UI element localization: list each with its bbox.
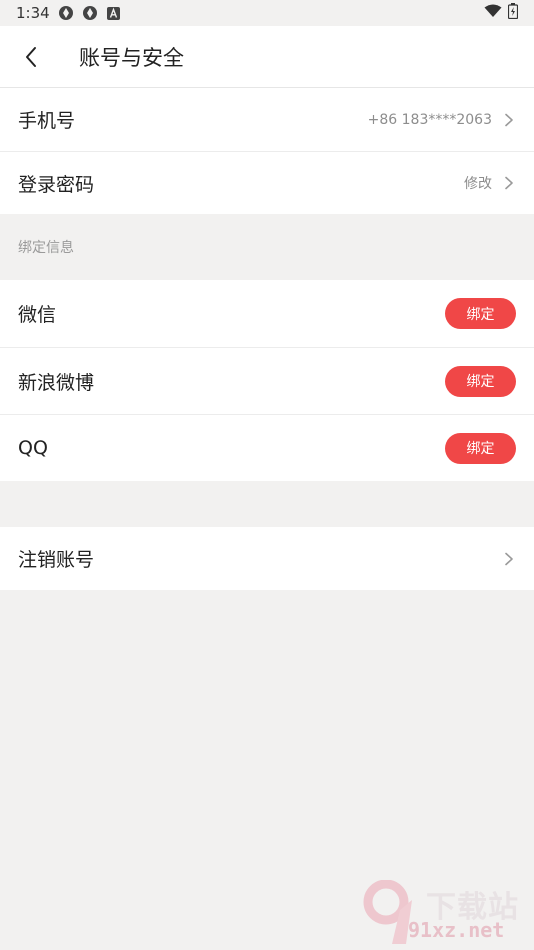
phone-row[interactable]: 手机号 +86 183****2063 <box>0 88 534 151</box>
bind-row-weibo: 新浪微博 绑定 <box>0 347 534 414</box>
wifi-icon <box>484 4 502 22</box>
password-row[interactable]: 登录密码 修改 <box>0 151 534 214</box>
weibo-label: 新浪微博 <box>18 371 95 394</box>
bind-wechat-button[interactable]: 绑定 <box>445 298 516 329</box>
account-group: 手机号 +86 183****2063 登录密码 修改 <box>0 88 534 214</box>
page-title: 账号与安全 <box>79 45 184 70</box>
chevron-right-icon <box>502 176 516 190</box>
bind-row-qq: QQ 绑定 <box>0 414 534 481</box>
app-header: 账号与安全 <box>0 26 534 88</box>
status-time: 1:34 <box>16 4 50 22</box>
bind-section-header: 绑定信息 <box>0 214 534 280</box>
a-badge-icon <box>106 5 122 21</box>
back-arrow-icon <box>26 46 36 67</box>
bind-weibo-button[interactable]: 绑定 <box>445 365 516 397</box>
battery-icon <box>507 3 519 23</box>
password-edit-link: 修改 <box>464 176 492 192</box>
app-notification-icon <box>82 5 98 21</box>
watermark: 下载站 91xz.net <box>360 880 530 948</box>
phone-label: 手机号 <box>18 110 76 132</box>
back-button[interactable] <box>0 26 62 88</box>
wechat-label: 微信 <box>18 304 57 326</box>
bind-row-wechat: 微信 绑定 <box>0 280 534 347</box>
bind-group: 微信 绑定 新浪微博 绑定 QQ 绑定 <box>0 280 534 481</box>
watermark-url: 91xz.net <box>408 918 505 942</box>
chevron-right-icon <box>502 552 516 566</box>
app-notification-icon <box>58 5 74 21</box>
status-bar: 1:34 <box>0 0 534 26</box>
password-label: 登录密码 <box>18 173 95 196</box>
qq-label: QQ <box>18 437 48 459</box>
phone-value: +86 183****2063 <box>367 111 492 128</box>
bind-qq-button[interactable]: 绑定 <box>445 432 516 464</box>
chevron-right-icon <box>502 113 516 127</box>
cancel-account-row[interactable]: 注销账号 <box>0 527 534 590</box>
bind-section-title: 绑定信息 <box>18 240 74 256</box>
cancel-account-label: 注销账号 <box>18 549 95 571</box>
